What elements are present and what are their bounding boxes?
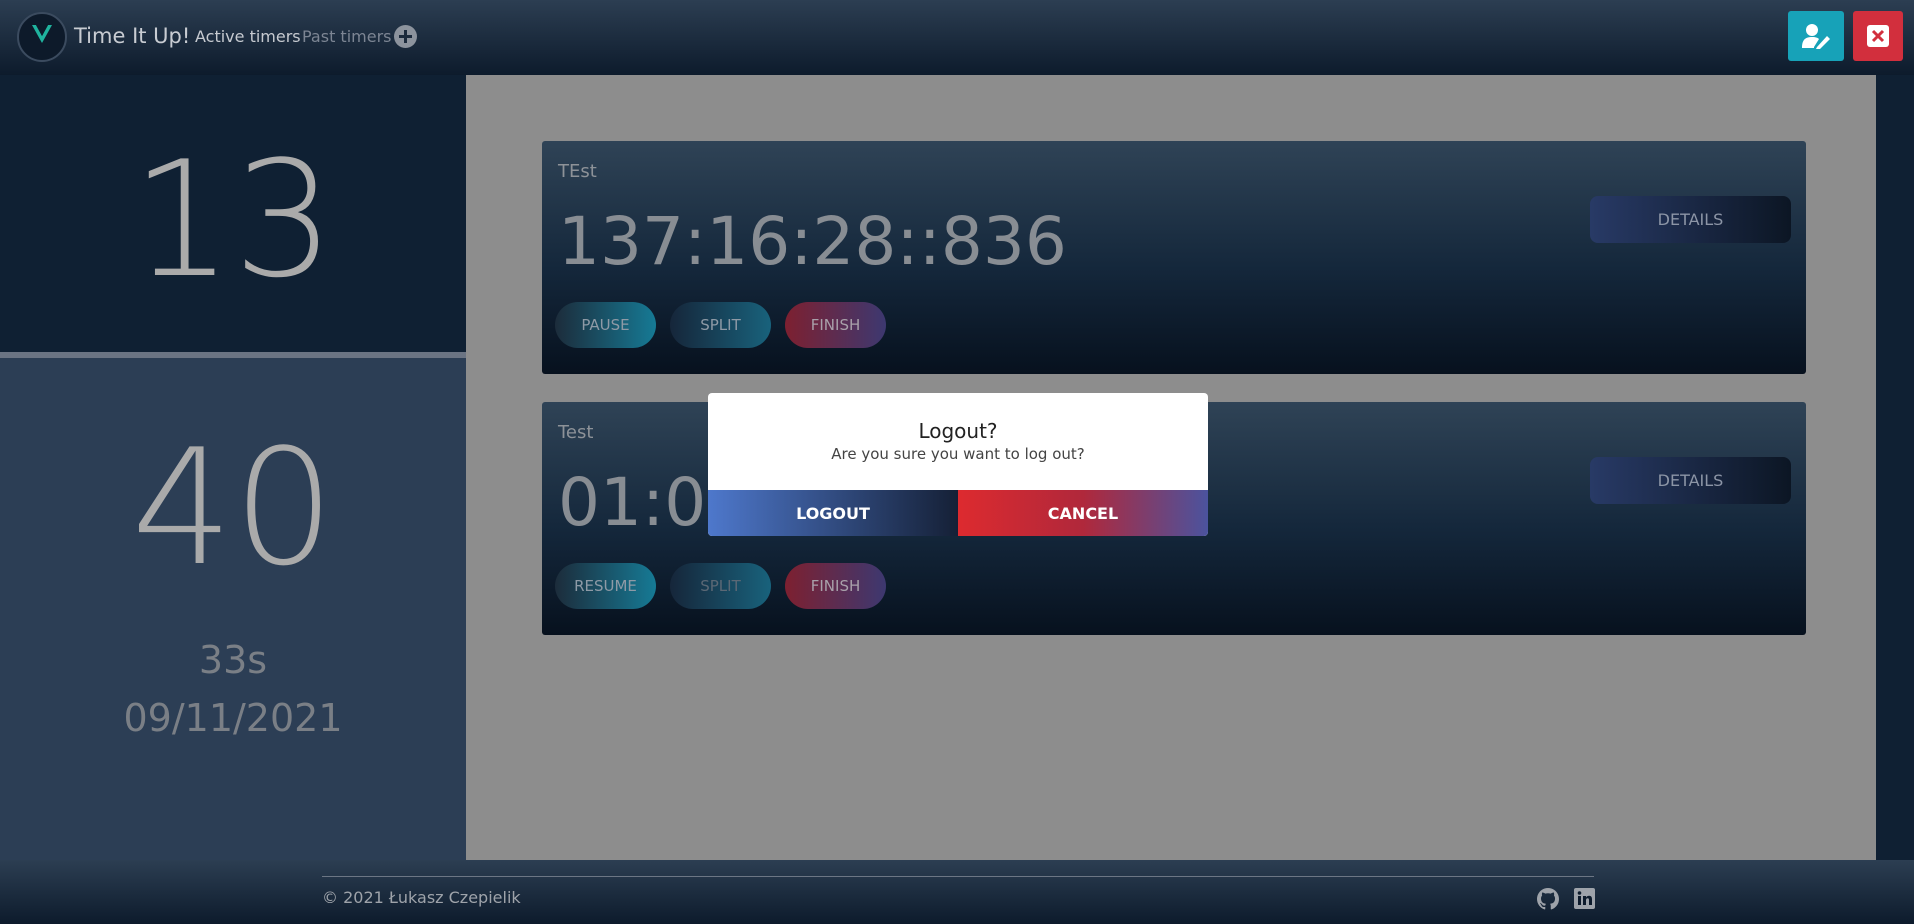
- clock-date: 09/11/2021: [123, 696, 343, 740]
- split-button[interactable]: SPLIT: [670, 302, 771, 348]
- logout-dialog: Logout? Are you sure you want to log out…: [708, 393, 1208, 536]
- resume-button[interactable]: RESUME: [555, 563, 656, 609]
- nav-link-past-timers[interactable]: Past timers: [302, 27, 392, 46]
- close-icon: [1867, 25, 1889, 47]
- copyright-text: © 2021 Łukasz Czepielik: [322, 888, 521, 907]
- dialog-message: Are you sure you want to log out?: [831, 445, 1085, 463]
- clock-hours: 13: [131, 126, 335, 313]
- details-button[interactable]: DETAILS: [1590, 196, 1791, 243]
- clock-seconds: 33s: [198, 638, 268, 682]
- github-icon[interactable]: [1537, 888, 1559, 914]
- footer: © 2021 Łukasz Czepielik: [0, 860, 1914, 924]
- plus-circle-icon[interactable]: [394, 25, 417, 48]
- timer-name: Test: [558, 422, 594, 443]
- details-button[interactable]: DETAILS: [1590, 457, 1791, 504]
- pause-button[interactable]: PAUSE: [555, 302, 656, 348]
- right-edge-panel: [1876, 75, 1914, 860]
- linkedin-icon[interactable]: [1574, 888, 1595, 913]
- edit-user-button[interactable]: [1788, 11, 1844, 61]
- app-logo[interactable]: [17, 12, 67, 62]
- finish-button[interactable]: FINISH: [785, 563, 886, 609]
- timer-card: TEst 137:16:28::836 PAUSE SPLIT FINISH D…: [542, 141, 1806, 374]
- timer-value: 137:16:28::836: [558, 203, 1067, 280]
- nav-link-active-timers[interactable]: Active timers: [195, 27, 301, 46]
- clock-minutes: 40: [131, 414, 335, 601]
- footer-divider: [322, 876, 1594, 877]
- cancel-button[interactable]: CANCEL: [958, 490, 1208, 536]
- logout-button[interactable]: LOGOUT: [708, 490, 958, 536]
- dialog-title: Logout?: [918, 419, 998, 443]
- close-button[interactable]: [1853, 11, 1903, 61]
- top-navbar: Time It Up! Active timers Past timers: [0, 0, 1914, 75]
- split-button[interactable]: SPLIT: [670, 563, 771, 609]
- timer-name: TEst: [558, 161, 597, 182]
- app-title[interactable]: Time It Up!: [74, 24, 190, 48]
- finish-button[interactable]: FINISH: [785, 302, 886, 348]
- user-edit-icon: [1802, 24, 1830, 49]
